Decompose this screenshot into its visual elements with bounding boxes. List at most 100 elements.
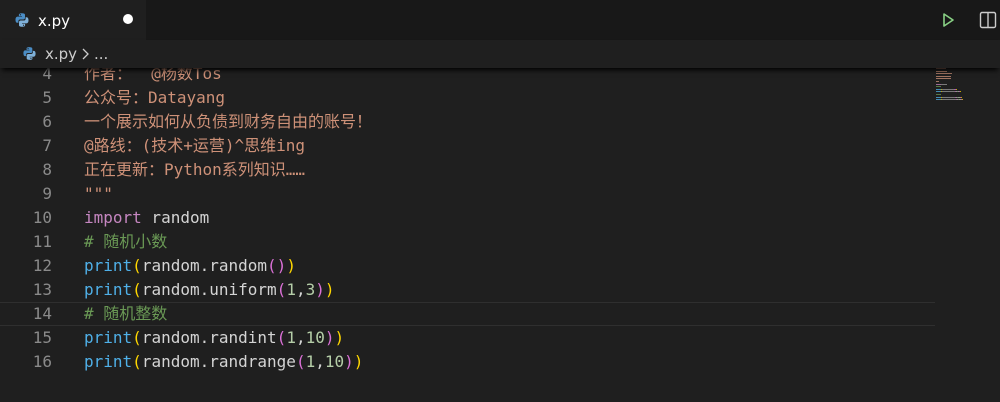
minimap-line [962, 99, 963, 101]
code-token: ( [276, 280, 287, 299]
python-icon [15, 13, 29, 27]
code-token: random.randint [141, 328, 277, 347]
minimap-line [936, 78, 951, 80]
minimap[interactable] [936, 68, 1000, 108]
minimap-line [936, 81, 939, 82]
minimap-line [942, 88, 954, 90]
minimap-line [961, 96, 962, 98]
breadcrumb-file[interactable]: x.py [45, 44, 77, 64]
code-token: ) [286, 256, 296, 275]
unsaved-dot-icon[interactable] [123, 14, 133, 24]
code-token: 1 [286, 280, 296, 299]
code-token: , [315, 352, 325, 371]
minimap-line [942, 99, 956, 101]
python-icon [23, 47, 36, 60]
code-token: # 随机小数 [84, 232, 168, 251]
breadcrumb-symbols[interactable]: ... [94, 44, 108, 64]
code-text: print(random.randint(1,10)) [84, 326, 344, 350]
tab-label: x.py [38, 12, 71, 30]
code-token: ) [324, 280, 335, 299]
line-number: 5 [42, 88, 52, 107]
code-text: print(random.randrange(1,10)) [84, 350, 363, 374]
code-token: 10 [324, 352, 345, 371]
code-token: ( [132, 352, 142, 371]
code-editor[interactable]: 4 作者： @杨数Tos 5 公众号：Datayang 6 一个展示如何从负债到财务自由的… [0, 62, 1000, 402]
code-line[interactable]: 15 print(random.randint(1,10)) [0, 326, 935, 350]
code-line[interactable]: 10 import random [0, 206, 935, 230]
split-editor-icon[interactable] [978, 10, 998, 30]
code-token: ( [132, 256, 142, 275]
code-token: ) [324, 328, 335, 347]
code-token: 3 [305, 280, 316, 299]
code-token: # 随机整数 [84, 304, 168, 323]
code-line[interactable]: 7 @路线：(技术+运营)^思维ing [0, 134, 935, 158]
chevron-right-icon [82, 48, 89, 60]
code-line[interactable]: 16 print(random.randrange(1,10)) [0, 350, 935, 374]
code-line[interactable]: 13 print(random.uniform(1,3)) [0, 278, 935, 302]
code-text: 一个展示如何从负债到财务自由的账号！ [84, 110, 372, 134]
minimap-line [936, 94, 941, 95]
tab-x-py[interactable]: x.py [0, 0, 146, 40]
line-number: 12 [32, 256, 52, 275]
code-token: ) [315, 280, 325, 299]
minimap-line [936, 70, 947, 72]
code-text: """ [84, 182, 113, 206]
code-token: print [84, 256, 133, 275]
line-number: 10 [32, 208, 52, 227]
code-token: 1 [286, 328, 296, 347]
code-token: print [84, 352, 133, 371]
code-text: @路线：(技术+运营)^思维ing [84, 134, 305, 158]
minimap-line [942, 96, 955, 98]
code-token: """ [84, 184, 113, 203]
breadcrumb: x.py ... [0, 40, 1000, 68]
line-number: 15 [32, 328, 52, 347]
code-token: () [267, 256, 287, 275]
tab-bar: x.py [0, 0, 1000, 40]
code-token: ( [132, 328, 142, 347]
minimap-line [936, 73, 952, 75]
code-text: 公众号：Datayang [84, 86, 225, 110]
code-token: print [84, 280, 133, 299]
minimap-line [936, 86, 941, 88]
line-number: 8 [42, 160, 52, 179]
code-token: ( [132, 280, 142, 299]
code-text: import random [84, 206, 209, 230]
minimap-line [936, 68, 946, 69]
minimap-line [960, 91, 961, 93]
code-token: random.uniform [141, 280, 277, 299]
code-token: , [295, 328, 306, 347]
code-token: ) [334, 328, 345, 347]
code-text: # 随机小数 [84, 230, 167, 254]
line-number: 7 [42, 136, 52, 155]
code-line[interactable]: 5 公众号：Datayang [0, 86, 935, 110]
code-text: # 随机整数 [84, 303, 167, 325]
minimap-line [941, 83, 947, 85]
code-token: @路线：(技术+运营)^思维ing [84, 136, 306, 155]
code-token: ( [295, 352, 306, 371]
line-number: 11 [32, 232, 52, 251]
line-number: 16 [32, 352, 52, 371]
run-triangle-icon[interactable] [938, 10, 958, 30]
minimap-line [942, 91, 955, 93]
code-token: 一个展示如何从负债到财务自由的账号！ [84, 112, 373, 131]
code-line[interactable]: 9 """ [0, 182, 935, 206]
code-line[interactable]: 6 一个展示如何从负债到财务自由的账号！ [0, 110, 935, 134]
code-line[interactable]: 11 # 随机小数 [0, 230, 935, 254]
code-token: random.randrange [141, 352, 296, 371]
minimap-line [936, 75, 951, 77]
line-number: 6 [42, 112, 52, 131]
code-token: 10 [305, 328, 325, 347]
line-number: 14 [32, 304, 52, 323]
minimap-line [956, 88, 957, 90]
code-token: , [295, 280, 306, 299]
code-text: 正在更新：Python系列知识…… [84, 158, 305, 182]
code-token: print [84, 328, 133, 347]
line-number: 13 [32, 280, 52, 299]
line-number: 9 [42, 184, 52, 203]
code-token: 公众号：Datayang [84, 88, 226, 107]
code-token: 1 [305, 352, 316, 371]
code-token: random.random [141, 256, 268, 275]
code-line[interactable]: 14 # 随机整数 [0, 302, 935, 326]
code-line[interactable]: 12 print(random.random()) [0, 254, 935, 278]
code-line[interactable]: 8 正在更新：Python系列知识…… [0, 158, 935, 182]
